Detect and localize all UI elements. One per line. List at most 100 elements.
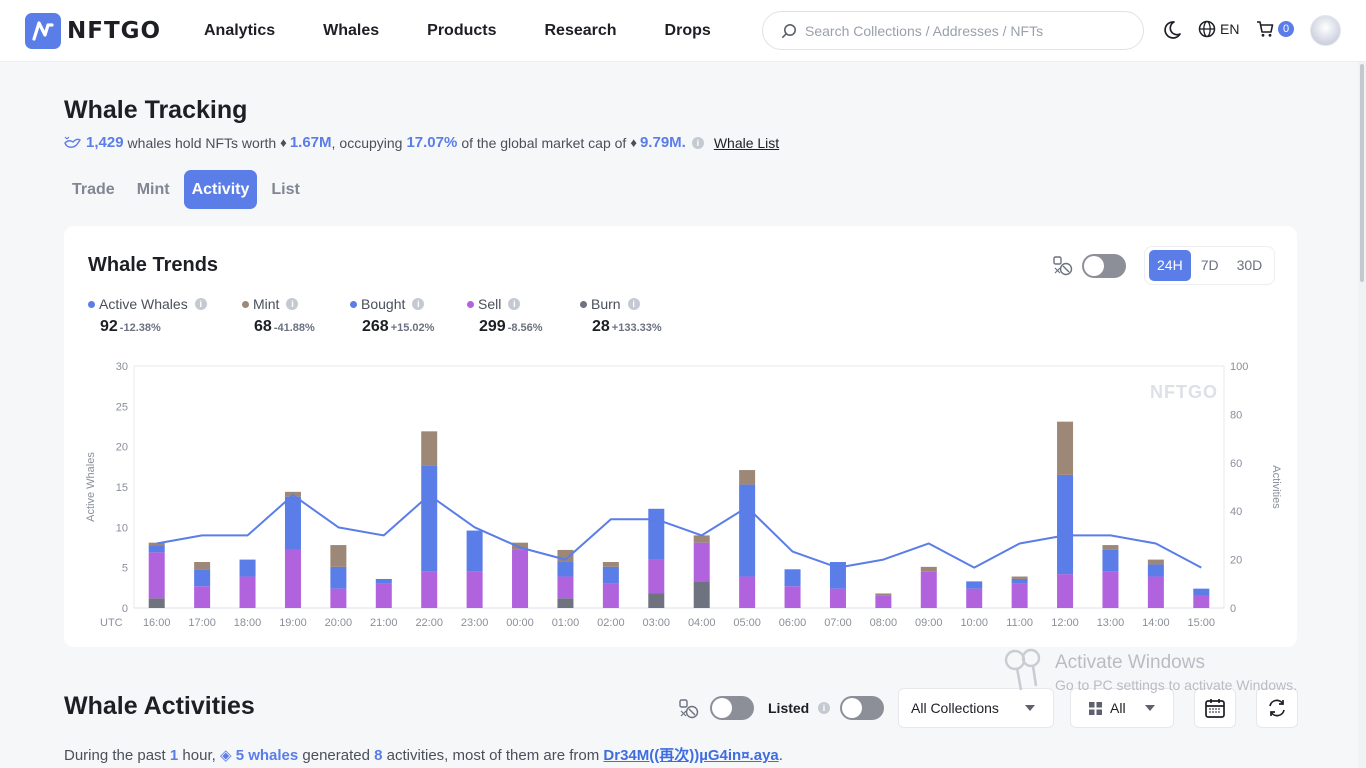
tab-list[interactable]: List xyxy=(263,170,307,209)
nav-drops[interactable]: Drops xyxy=(665,22,711,40)
activation-subtitle: Go to PC settings to activate Windows. xyxy=(1055,677,1297,693)
y-axis-tick-label: 25 xyxy=(116,401,128,413)
user-avatar[interactable] xyxy=(1310,15,1341,46)
cart-button[interactable]: 0 xyxy=(1256,20,1294,38)
nav-products[interactable]: Products xyxy=(427,22,496,40)
bar-bought xyxy=(421,465,438,572)
bar-bought xyxy=(557,562,574,577)
x-axis-tick-label: 16:00 xyxy=(143,617,171,629)
tab-trade[interactable]: Trade xyxy=(64,170,123,209)
scrollbar-thumb[interactable] xyxy=(1360,64,1364,282)
logo-mark-icon xyxy=(25,13,61,49)
language-label: EN xyxy=(1220,21,1240,37)
bar-mint xyxy=(1147,559,1164,565)
nav-research[interactable]: Research xyxy=(545,22,617,40)
collections-select[interactable]: All Collections xyxy=(898,688,1054,728)
market-share-percent: 17.07% xyxy=(406,134,458,151)
page-title: Whale Tracking xyxy=(64,96,248,124)
bar-bought xyxy=(784,569,801,587)
bar-sell xyxy=(1147,576,1164,608)
bar-mint xyxy=(194,562,211,570)
x-axis-tick-label: 12:00 xyxy=(1051,617,1079,629)
date-picker-button[interactable] xyxy=(1194,688,1236,728)
bar-sell xyxy=(421,571,438,608)
bar-sell xyxy=(466,571,483,608)
y-axis-tick-label: 10 xyxy=(116,522,128,534)
bar-bought xyxy=(375,578,392,584)
activity-count: 8 xyxy=(374,747,383,764)
nftgo-logo[interactable]: NFTGO xyxy=(25,13,161,49)
activity-summary-text-2: hour, xyxy=(182,747,216,764)
whale-only-toggle[interactable] xyxy=(710,696,754,720)
bar-bought xyxy=(466,530,483,572)
whale-icon xyxy=(64,136,81,148)
bar-bought xyxy=(1011,578,1028,584)
x-axis-tick-label: 15:00 xyxy=(1188,617,1216,629)
page-scrollbar[interactable] xyxy=(1358,62,1366,768)
search-box[interactable] xyxy=(762,11,1144,50)
listed-toggle[interactable] xyxy=(840,696,884,720)
whale-trends-chart[interactable]: 0 5 10 15 20 25 30 0 20 40 60 80 100 Active Whales Act… xyxy=(64,226,1297,647)
bar-sell xyxy=(512,549,529,608)
refresh-button[interactable] xyxy=(1256,688,1298,728)
search-icon xyxy=(782,23,796,38)
bar-sell xyxy=(920,571,937,608)
bar-sell xyxy=(966,588,983,608)
globe-icon xyxy=(1198,20,1216,38)
activity-summary-text-4: activities, most of them are from xyxy=(386,747,600,764)
activity-type-select[interactable]: All xyxy=(1070,688,1174,728)
dark-mode-moon-icon[interactable] xyxy=(1162,19,1182,41)
x-axis-tick-label: 09:00 xyxy=(915,617,943,629)
bar-sell xyxy=(557,576,574,599)
bar-bought xyxy=(194,569,211,587)
nav-analytics[interactable]: Analytics xyxy=(204,22,275,40)
bar-bought xyxy=(648,508,665,560)
chart-watermark: NFTGO xyxy=(1150,382,1218,402)
nav-whales[interactable]: Whales xyxy=(323,22,379,40)
tab-mint[interactable]: Mint xyxy=(129,170,178,209)
eth-icon: ♦ xyxy=(630,135,637,150)
bar-bought xyxy=(602,566,619,584)
y-axis-tick-label: 15 xyxy=(116,482,128,494)
bar-sell xyxy=(1193,595,1210,608)
x-axis-tick-label: 06:00 xyxy=(779,617,807,629)
tab-activity[interactable]: Activity xyxy=(183,170,258,209)
whale-list-link[interactable]: Whale List xyxy=(714,135,779,151)
active-whales-line xyxy=(156,494,1202,569)
cart-icon xyxy=(1257,21,1274,37)
bar-sell xyxy=(239,576,256,608)
x-axis-tick-label: 14:00 xyxy=(1142,617,1170,629)
activity-summary-text-1: During the past xyxy=(64,747,166,764)
summary-text-2: occupying xyxy=(339,134,403,151)
summary-text-3: of the global market cap of xyxy=(461,134,627,151)
language-switcher[interactable]: EN xyxy=(1198,20,1239,38)
bar-bought xyxy=(284,496,301,550)
x-axis-tick-label: 08:00 xyxy=(870,617,898,629)
grid-icon xyxy=(1089,701,1102,715)
main-nav: Analytics Whales Products Research Drops xyxy=(204,0,759,62)
x-axis-tick-label: 03:00 xyxy=(643,617,671,629)
activation-key-icon xyxy=(1004,648,1041,691)
bar-burn xyxy=(693,581,710,608)
bar-sell xyxy=(602,583,619,608)
top-collection-link[interactable]: Dr34M((再次))µG4in¤.aya xyxy=(603,747,778,764)
info-icon[interactable]: i xyxy=(691,136,704,149)
bar-sell xyxy=(1011,583,1028,608)
whale-trends-card: Whale Trends 24H 7D 30D Active Whales i 9… xyxy=(64,226,1297,647)
search-input[interactable] xyxy=(805,22,1125,39)
bar-bought xyxy=(330,566,347,589)
bar-mint xyxy=(1102,545,1119,550)
whale-filter-icon[interactable] xyxy=(678,698,700,720)
bar-mint xyxy=(739,470,756,485)
bar-mint xyxy=(920,566,937,572)
bar-bought xyxy=(1057,474,1074,575)
info-icon[interactable]: i xyxy=(818,702,830,714)
cart-count-badge: 0 xyxy=(1278,21,1294,37)
x-axis-tick-label: 11:00 xyxy=(1006,617,1033,629)
x-axis-tick-label: 23:00 xyxy=(461,617,489,629)
whale-worth: 1.67M xyxy=(289,134,332,151)
x-axis-tick-label: 01:00 xyxy=(552,617,580,629)
bar-mint xyxy=(875,593,892,596)
activity-type-value: All xyxy=(1110,700,1126,716)
windows-activation-watermark: Activate Windows Go to PC settings to ac… xyxy=(1055,652,1297,693)
